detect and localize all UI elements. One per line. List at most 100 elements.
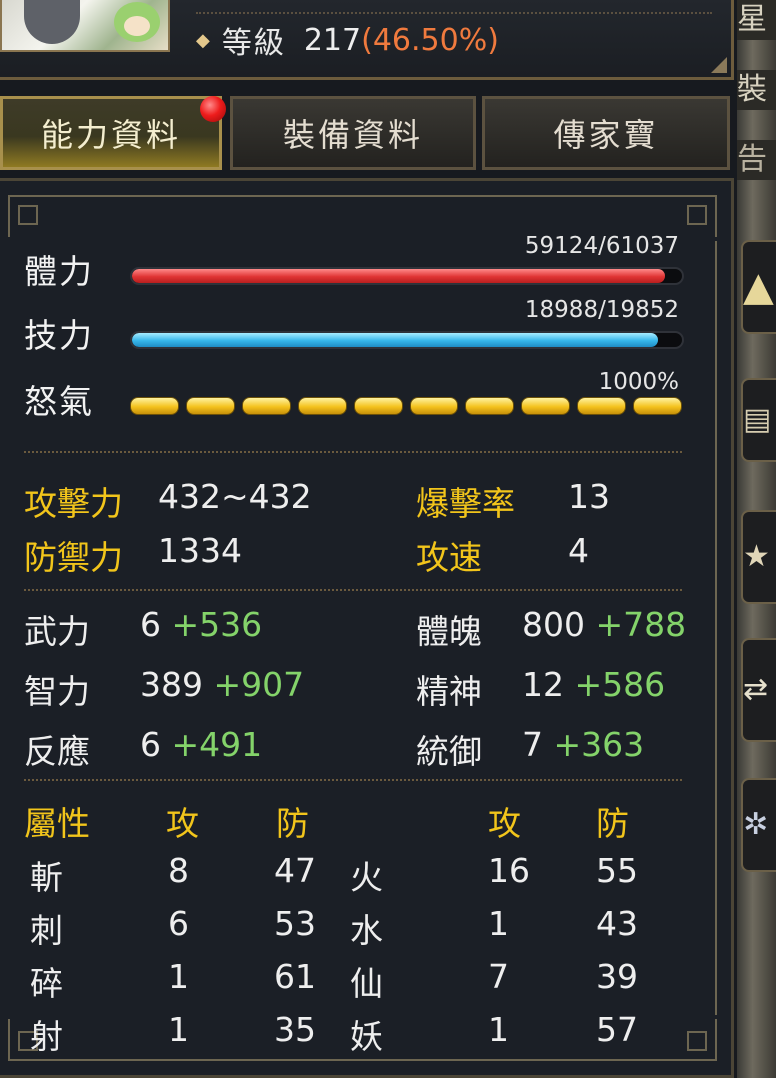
hp-label: 體力 [24, 252, 94, 291]
attr-label: 武力 [24, 612, 90, 651]
element-header: 屬性 [24, 804, 90, 843]
mp-bar-fill [132, 333, 659, 347]
side-fragment: 裝 [737, 70, 776, 110]
attr-label: 智力 [24, 672, 90, 711]
level-label: 等級 [221, 26, 286, 61]
element-atk-value: 6 [168, 904, 189, 943]
attr-label: 統御 [416, 732, 482, 771]
level-row: ◆ 等級 217(46.50%) [196, 20, 499, 62]
element-name: 妖 [350, 1017, 383, 1056]
side-fragment: 星 [737, 0, 776, 40]
crit-label: 爆擊率 [416, 484, 515, 523]
element-atk-value: 7 [488, 957, 509, 996]
header-divider [196, 12, 712, 14]
mp-value: 18988/19852 [524, 297, 679, 323]
element-def-value: 53 [274, 904, 316, 943]
element-name: 刺 [30, 911, 63, 950]
rage-segment [577, 397, 627, 415]
side-button-swap-icon[interactable]: ⇄ [741, 638, 776, 742]
element-name: 水 [350, 911, 383, 950]
element-name: 仙 [350, 964, 383, 1003]
element-atk-value: 8 [168, 851, 189, 890]
rage-segment [409, 397, 459, 415]
hp-bar [130, 267, 684, 285]
element-def-header: 防 [596, 804, 629, 843]
stats-panel: 體力 59124/61037 技力 18988/19852 怒氣 1000% 攻… [0, 178, 734, 1078]
speed-value: 4 [568, 531, 589, 570]
defense-value: 1334 [158, 531, 242, 570]
attr-base: 389 [140, 665, 203, 704]
side-button-book-icon[interactable]: ▤ [741, 378, 776, 462]
speed-label: 攻速 [416, 538, 482, 577]
crit-value: 13 [568, 477, 610, 516]
element-name: 斬 [30, 858, 63, 897]
element-def-value: 47 [274, 851, 316, 890]
tab-heirloom[interactable]: 傳家寶 [482, 96, 730, 170]
side-button-arrow-icon[interactable]: ▲ [741, 240, 776, 334]
attr-base: 800 [522, 605, 585, 644]
element-atk-value: 16 [488, 851, 530, 890]
tab-ability[interactable]: 能力資料 [0, 96, 222, 170]
attr-bonus: +363 [553, 725, 645, 764]
attr-bonus: +907 [213, 665, 305, 704]
separator [24, 589, 682, 591]
character-portrait [0, 0, 170, 52]
separator [24, 779, 682, 781]
element-atk-value: 1 [488, 1010, 509, 1049]
rage-value: 1000% [598, 369, 679, 395]
attr-label: 體魄 [416, 612, 482, 651]
attr-label: 精神 [416, 672, 482, 711]
rage-segment [297, 397, 347, 415]
attack-label: 攻擊力 [24, 484, 123, 523]
rage-label: 怒氣 [24, 382, 94, 421]
attr-base: 7 [522, 725, 543, 764]
attr-bonus: +491 [171, 725, 263, 764]
hp-bar-fill [132, 269, 665, 283]
attack-value: 432~432 [158, 477, 312, 516]
element-def-value: 39 [596, 957, 638, 996]
hp-value: 59124/61037 [524, 233, 679, 259]
side-button-emblem-icon[interactable]: ✲ [741, 778, 776, 872]
tab-bar: 能力資料 裝備資料 傳家寶 [0, 96, 734, 170]
tab-equipment[interactable]: 裝備資料 [230, 96, 476, 170]
element-def-value: 55 [596, 851, 638, 890]
rage-segment [241, 397, 291, 415]
side-fragment: 告 [737, 140, 776, 180]
rage-segment [353, 397, 403, 415]
rage-segment [130, 397, 179, 415]
element-def-value: 57 [596, 1010, 638, 1049]
rage-bar [130, 397, 683, 415]
element-def-value: 35 [274, 1010, 316, 1049]
attr-base: 6 [140, 725, 161, 764]
side-panel: 星 裝 告 ▲ ▤ ★ ⇄ ✲ [737, 0, 776, 1078]
rage-segment [185, 397, 235, 415]
attr-base: 12 [522, 665, 564, 704]
attr-bonus: +788 [595, 605, 687, 644]
element-atk-header: 攻 [166, 804, 199, 843]
character-header: ◆ 等級 217(46.50%) [0, 0, 734, 80]
level-value: 217 [303, 22, 362, 58]
level-percent: (46.50%) [361, 22, 499, 58]
attr-bonus: +586 [574, 665, 666, 704]
element-def-value: 61 [274, 957, 316, 996]
mp-label: 技力 [24, 316, 94, 355]
rage-segment [465, 397, 515, 415]
defense-label: 防禦力 [24, 538, 123, 577]
element-def-header: 防 [276, 804, 309, 843]
rage-segment [521, 397, 571, 415]
notification-dot-icon [200, 96, 226, 122]
rage-segment [633, 397, 683, 415]
attr-label: 反應 [24, 732, 90, 771]
attr-bonus: +536 [171, 605, 263, 644]
diamond-bullet-icon: ◆ [196, 29, 210, 51]
side-button-laurel-icon[interactable]: ★ [741, 510, 776, 604]
element-name: 射 [30, 1017, 63, 1056]
element-atk-value: 1 [488, 904, 509, 943]
mp-bar [130, 331, 684, 349]
element-name: 碎 [30, 964, 63, 1003]
element-atk-header: 攻 [488, 804, 521, 843]
element-def-value: 43 [596, 904, 638, 943]
expand-corner-icon[interactable] [711, 57, 727, 73]
separator [24, 451, 682, 453]
element-atk-value: 1 [168, 1010, 189, 1049]
